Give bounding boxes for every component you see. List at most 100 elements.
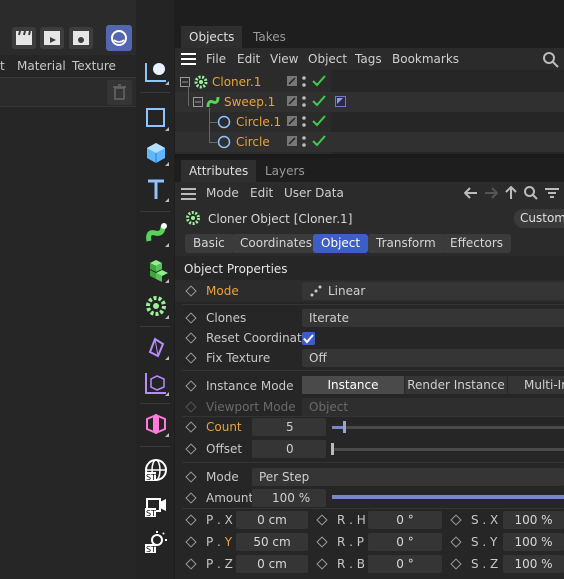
trash-button[interactable]	[107, 80, 132, 105]
mograph-tool[interactable]	[140, 254, 170, 284]
clapper-render-icon[interactable]	[12, 27, 36, 49]
left-menu-texture[interactable]: Texture	[72, 59, 116, 73]
object-name[interactable]: Circle.1	[236, 115, 281, 129]
cloner-tool[interactable]	[140, 290, 170, 320]
instance-mode-multi[interactable]: Multi-In	[508, 376, 564, 394]
s-y-input[interactable]: 100 %	[503, 533, 564, 551]
menu-view[interactable]: View	[270, 52, 298, 66]
visibility-dots-icon[interactable]	[302, 95, 306, 109]
filter-icon[interactable]	[544, 187, 560, 199]
search-icon[interactable]	[524, 186, 538, 200]
subtab-object[interactable]: Object	[313, 234, 369, 253]
instance-mode-render-instance[interactable]: Render Instance	[405, 376, 507, 394]
field-tool[interactable]	[140, 367, 170, 397]
instance-mode-instance[interactable]: Instance	[302, 376, 404, 394]
object-name[interactable]: Circle	[236, 135, 270, 149]
edit-layer-icon[interactable]	[286, 115, 298, 127]
subtab-basic[interactable]: Basic	[185, 234, 233, 253]
r-h-input[interactable]: 0 °	[368, 511, 442, 529]
edit-layer-icon[interactable]	[286, 95, 298, 107]
subtab-transform[interactable]: Transform	[368, 234, 444, 253]
enabled-check-icon[interactable]	[312, 135, 326, 147]
material-manager-area[interactable]	[0, 107, 136, 579]
r-b-input[interactable]: 0 °	[368, 555, 442, 573]
tree-row-sweep[interactable]: Sweep.1	[175, 92, 564, 112]
menu-edit[interactable]: Edit	[250, 186, 273, 200]
collapse-toggle-icon[interactable]	[193, 97, 203, 107]
edit-layer-icon[interactable]	[286, 135, 298, 147]
camera-tool[interactable]: ST	[140, 490, 170, 520]
offset-slider-handle[interactable]	[331, 443, 334, 455]
tab-objects[interactable]: Objects	[181, 26, 243, 48]
sweep-generator-tool[interactable]	[140, 218, 170, 248]
s-z-input[interactable]: 100 %	[503, 555, 564, 573]
left-menu-item-truncated[interactable]: t	[0, 59, 5, 73]
tree-row-circle1[interactable]: Circle.1	[175, 112, 564, 132]
null-object-tool[interactable]	[140, 56, 170, 86]
r-p-input[interactable]: 0 °	[368, 533, 442, 551]
menu-object[interactable]: Object	[308, 52, 347, 66]
symmetry-tool[interactable]	[140, 408, 170, 438]
object-name[interactable]: Cloner.1	[212, 75, 261, 89]
cube-tool[interactable]	[140, 137, 170, 167]
p-y-input[interactable]: 50 cm	[236, 533, 308, 551]
reset-coordinates-checkbox[interactable]	[302, 332, 315, 345]
tab-attributes[interactable]: Attributes	[181, 160, 257, 182]
visibility-dots-icon[interactable]	[302, 115, 306, 129]
left-menu-material[interactable]: Material	[17, 59, 66, 73]
menu-file[interactable]: File	[206, 52, 226, 66]
menu-bookmarks[interactable]: Bookmarks	[392, 52, 459, 66]
cloner-icon	[194, 75, 208, 89]
text-tool[interactable]	[140, 173, 170, 203]
tab-layers[interactable]: Layers	[257, 160, 313, 182]
hamburger-menu-icon[interactable]	[181, 187, 197, 201]
tab-takes[interactable]: Takes	[245, 26, 294, 48]
hamburger-menu-icon[interactable]	[181, 52, 197, 66]
count-slider-track[interactable]	[332, 426, 564, 429]
p-z-input[interactable]: 0 cm	[236, 555, 308, 573]
mode-dropdown[interactable]: Linear	[302, 282, 564, 300]
arrow-left-icon[interactable]	[464, 187, 478, 199]
count-slider-handle[interactable]	[343, 421, 346, 433]
tag-icon[interactable]	[335, 96, 347, 108]
subtab-coordinates[interactable]: Coordinates	[232, 234, 321, 253]
edit-layer-icon[interactable]	[286, 75, 298, 87]
sphere-view-icon[interactable]	[106, 25, 132, 51]
visibility-dots-icon[interactable]	[302, 135, 306, 149]
light-tool[interactable]: ST	[140, 526, 170, 556]
render-play-icon[interactable]	[40, 27, 64, 49]
step-mode-dropdown[interactable]: Per Step	[252, 468, 564, 486]
offset-slider-track[interactable]	[332, 448, 564, 451]
s-y-label: S . Y	[471, 535, 498, 549]
menu-user-data[interactable]: User Data	[284, 186, 344, 200]
clones-dropdown[interactable]: Iterate	[302, 309, 564, 327]
fix-texture-dropdown[interactable]: Off	[302, 349, 564, 367]
p-x-input[interactable]: 0 cm	[236, 511, 308, 529]
tree-row-circle[interactable]: Circle	[175, 132, 564, 152]
count-input[interactable]: 5	[252, 418, 326, 436]
light-bulb-icon: ST	[145, 531, 167, 554]
tree-row-cloner[interactable]: Cloner.1	[175, 72, 564, 92]
offset-input[interactable]: 0	[252, 440, 326, 458]
enabled-check-icon[interactable]	[312, 75, 326, 87]
subtab-effectors[interactable]: Effectors	[442, 234, 512, 253]
s-x-input[interactable]: 100 %	[503, 511, 564, 529]
menu-mode[interactable]: Mode	[206, 186, 239, 200]
search-icon[interactable]	[543, 52, 559, 68]
custom-button[interactable]: Custom	[514, 209, 564, 228]
enabled-check-icon[interactable]	[312, 115, 326, 127]
menu-edit[interactable]: Edit	[237, 52, 260, 66]
enabled-check-icon[interactable]	[312, 95, 326, 107]
environment-tool[interactable]: ST	[140, 454, 170, 484]
arrow-right-icon[interactable]	[484, 187, 498, 199]
arrow-up-icon[interactable]	[505, 186, 517, 200]
menu-tags[interactable]: Tags	[355, 52, 382, 66]
visibility-dots-icon[interactable]	[302, 75, 306, 89]
render-settings-icon[interactable]	[69, 27, 93, 49]
amount-input[interactable]: 100 %	[252, 489, 326, 507]
amount-slider[interactable]	[332, 495, 564, 499]
deformer-tool[interactable]	[140, 331, 170, 361]
r-p-label: R . P	[337, 535, 365, 549]
object-name[interactable]: Sweep.1	[224, 95, 275, 109]
rectangle-spline-tool[interactable]	[140, 102, 170, 132]
